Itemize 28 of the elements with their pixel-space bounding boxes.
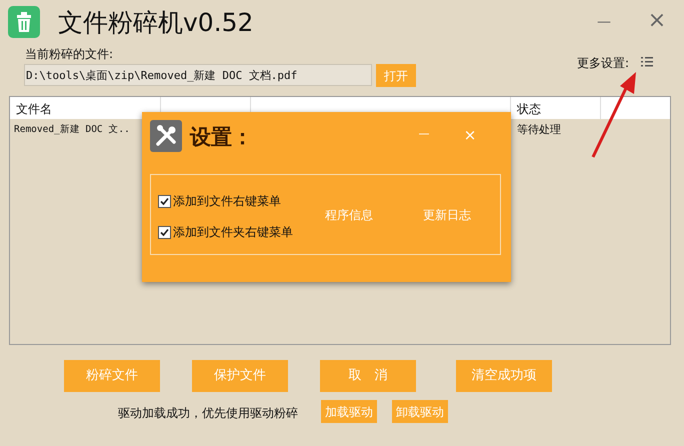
open-button[interactable]: 打开 xyxy=(376,64,416,87)
dialog-minimize-button[interactable]: — xyxy=(415,124,433,144)
checkbox[interactable] xyxy=(158,194,171,208)
action-button[interactable]: 粉碎文件 xyxy=(64,360,160,392)
dialog-button[interactable]: 程序信息 xyxy=(317,203,381,227)
trash-icon xyxy=(8,6,40,38)
dialog-button[interactable]: 更新日志 xyxy=(415,203,479,227)
dialog-title: 设置： xyxy=(190,124,253,151)
settings-label: 更多设置: xyxy=(577,55,630,72)
close-button[interactable]: × xyxy=(646,8,668,34)
table-cell-text: Removed_新建 DOC 文.. xyxy=(13,123,131,137)
driver-button[interactable]: 加载驱动 xyxy=(321,400,377,423)
tools-icon xyxy=(150,120,182,152)
checkbox-label: 添加到文件夹右键菜单 xyxy=(173,224,293,241)
file-path-field[interactable]: D:\tools\桌面\zip\Removed_新建 DOC 文档.pdf xyxy=(24,64,372,86)
dialog-close-button[interactable]: × xyxy=(461,124,479,144)
checkbox-label: 添加到文件右键菜单 xyxy=(173,193,281,210)
action-button[interactable]: 保护文件 xyxy=(192,360,288,392)
action-button[interactable]: 清空成功项 xyxy=(456,360,552,392)
driver-status-text: 驱动加载成功，优先使用驱动粉碎 xyxy=(118,405,298,422)
action-button[interactable]: 取 消 xyxy=(320,360,416,392)
menu-icon[interactable] xyxy=(641,57,653,67)
field-label: 当前粉碎的文件: xyxy=(25,46,114,63)
minimize-button[interactable]: — xyxy=(594,10,614,34)
checkbox[interactable] xyxy=(158,226,171,238)
table-cell-text: 等待处理 xyxy=(516,122,562,138)
driver-button[interactable]: 卸载驱动 xyxy=(392,400,448,423)
window-title: 文件粉碎机v0.52 xyxy=(58,10,254,34)
